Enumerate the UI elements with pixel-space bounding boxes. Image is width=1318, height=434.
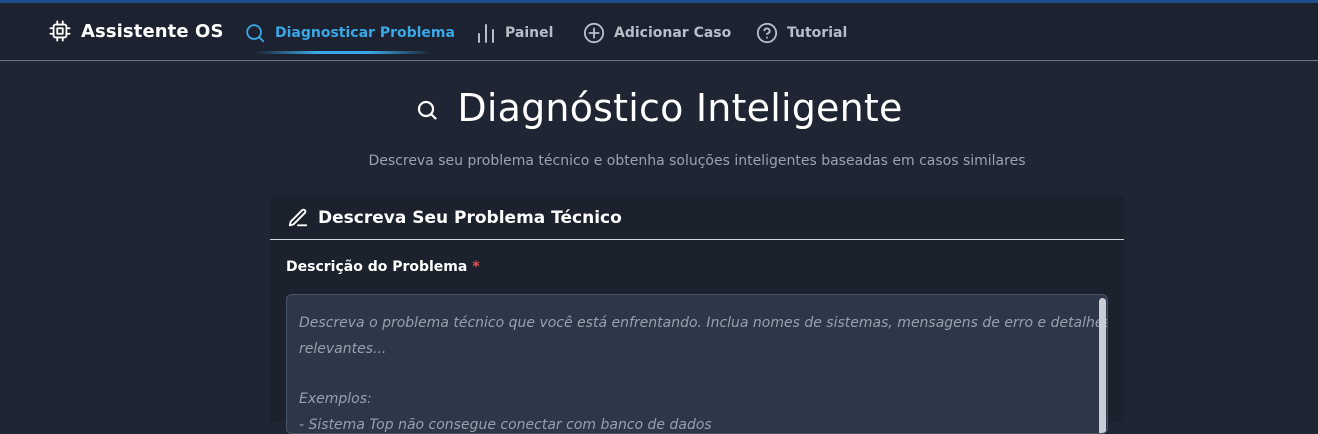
description-label-text: Descrição do Problema <box>286 259 468 275</box>
nav-item-painel[interactable]: Painel <box>476 21 553 45</box>
placeholder-blank-line <box>299 362 1089 386</box>
plus-circle-icon <box>583 22 605 44</box>
active-tab-indicator <box>254 51 432 54</box>
pencil-icon <box>288 208 308 227</box>
placeholder-line: relevantes... <box>299 341 387 357</box>
brand[interactable]: Assistente OS <box>49 20 224 42</box>
nav-item-adicionar-caso[interactable]: Adicionar Caso <box>583 21 731 45</box>
nav-item-label: Adicionar Caso <box>614 25 732 41</box>
nav-item-label: Diagnosticar Problema <box>275 25 455 41</box>
nav-item-label: Tutorial <box>787 25 848 41</box>
placeholder-line: Exemplos: <box>299 391 372 407</box>
brand-name: Assistente OS <box>81 20 224 42</box>
placeholder-line: Descreva o problema técnico que você est… <box>299 315 1108 331</box>
navbar: Assistente OS Diagnosticar Problema Pain… <box>0 3 1318 61</box>
required-marker: * <box>472 259 480 275</box>
card-title: Descreva Seu Problema Técnico <box>318 208 622 228</box>
description-label: Descrição do Problema * <box>286 259 480 275</box>
problem-form-card: Descreva Seu Problema Técnico Descrição … <box>270 196 1124 434</box>
placeholder-line: - Sistema Top não consegue conectar com … <box>299 417 712 433</box>
textarea-scrollbar[interactable] <box>1099 298 1106 433</box>
bar-chart-icon <box>478 24 494 43</box>
page-subtitle: Descreva seu problema técnico e obtenha … <box>368 153 1026 169</box>
search-icon <box>418 100 438 120</box>
page-title-text: Diagnóstico Inteligente <box>457 86 903 130</box>
question-circle-icon <box>756 22 778 44</box>
page-title: Diagnóstico Inteligente <box>0 86 1318 130</box>
nav-item-tutorial[interactable]: Tutorial <box>756 21 847 45</box>
search-icon <box>246 24 265 43</box>
card-header: Descreva Seu Problema Técnico <box>270 196 1124 240</box>
nav-item-label: Painel <box>505 25 554 41</box>
cpu-chip-icon <box>49 20 71 42</box>
problem-description-textarea[interactable]: Descreva o problema técnico que você est… <box>286 294 1108 434</box>
nav-item-diagnosticar-problema[interactable]: Diagnosticar Problema <box>244 21 455 45</box>
